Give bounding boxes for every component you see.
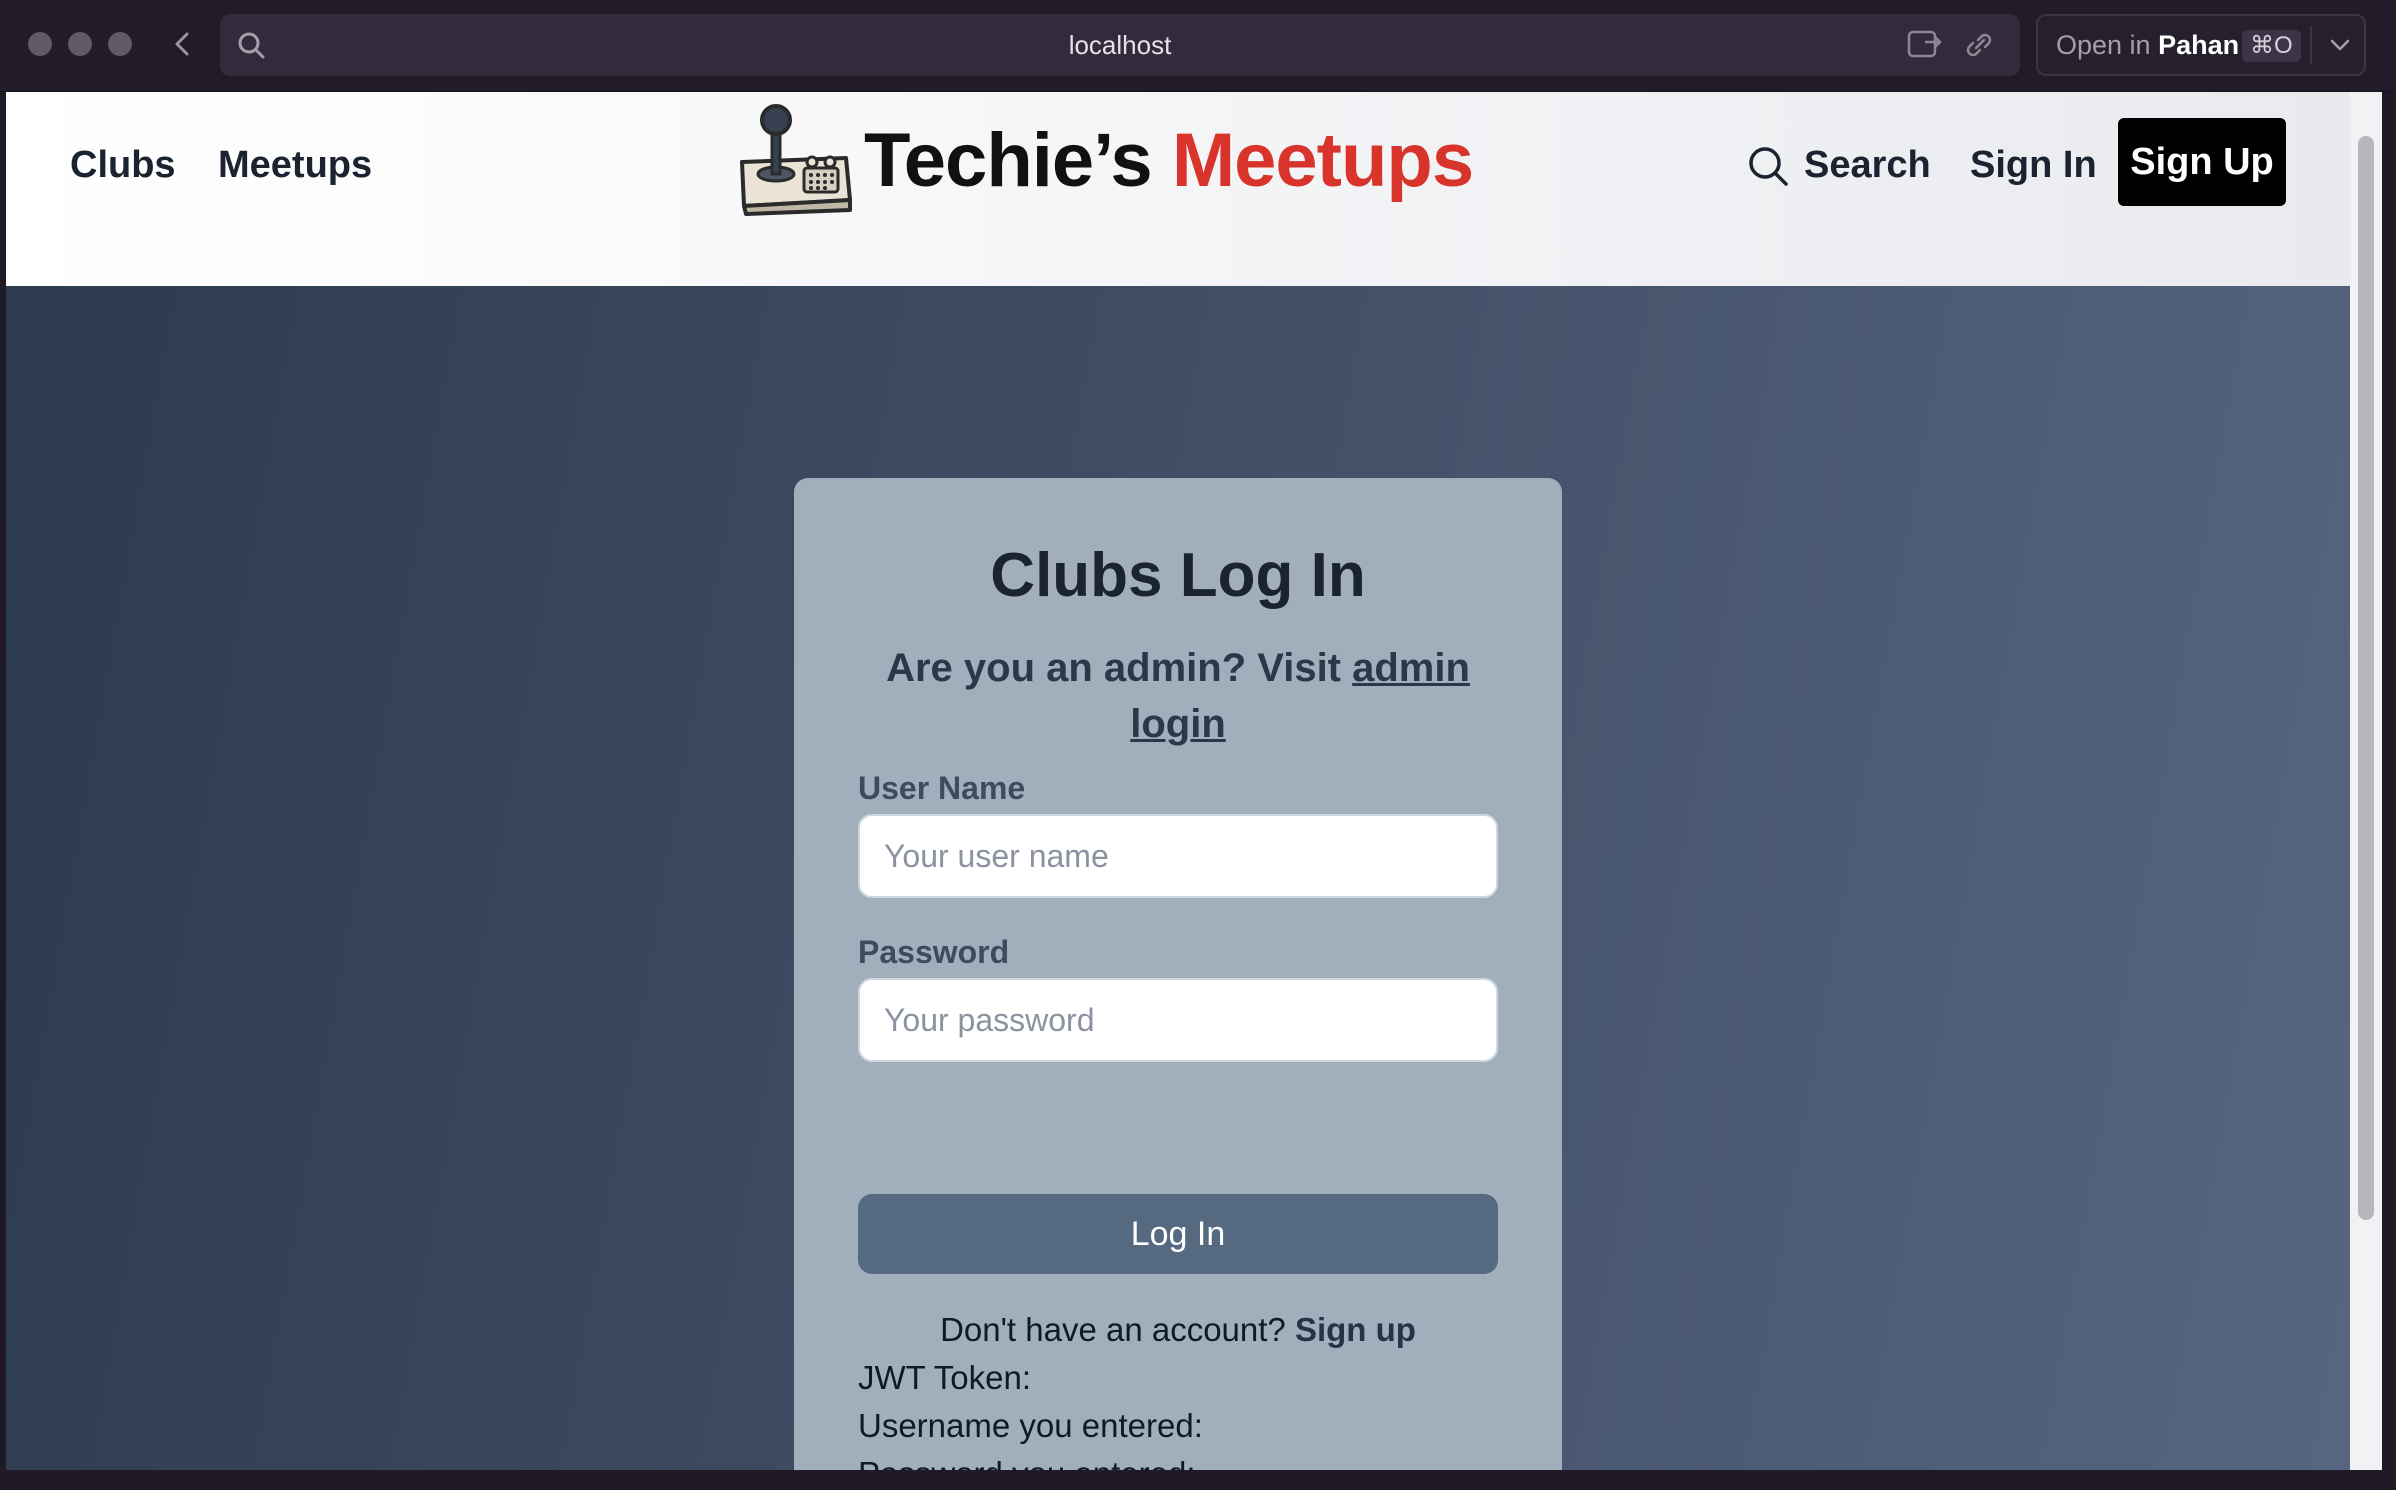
nav-clubs-link[interactable]: Clubs bbox=[70, 140, 176, 190]
sign-in-link[interactable]: Sign In bbox=[1970, 138, 2097, 192]
username-entered-label: Username you entered: bbox=[858, 1407, 1203, 1444]
chevron-left-icon bbox=[175, 32, 189, 56]
search-icon bbox=[1749, 147, 1788, 186]
close-window-button[interactable] bbox=[28, 32, 52, 56]
admin-note-text: Are you an admin? Visit bbox=[886, 646, 1341, 690]
signup-prompt-text: Don't have an account? bbox=[940, 1311, 1286, 1348]
chevron-down-icon[interactable] bbox=[2322, 26, 2358, 64]
open-in-label: Open in Pahan bbox=[2056, 30, 2240, 60]
scrollbar-thumb[interactable] bbox=[2358, 136, 2374, 1220]
username-label: User Name bbox=[858, 770, 1026, 806]
page-viewport: Clubs Meetups Techie’s Meetups Search Si… bbox=[6, 92, 2350, 1470]
search-label: Search bbox=[1804, 144, 1931, 186]
window-edge bbox=[2382, 92, 2396, 1490]
back-button[interactable] bbox=[166, 26, 200, 62]
login-card: Clubs Log In Are you an admin? Visit adm… bbox=[794, 478, 1562, 1470]
sign-up-button[interactable]: Sign Up bbox=[2118, 118, 2286, 206]
sign-up-link[interactable]: Sign up bbox=[1295, 1311, 1416, 1348]
admin-note: Are you an admin? Visit admin login bbox=[854, 640, 1502, 752]
password-label: Password bbox=[858, 934, 1010, 970]
site-logo-text[interactable]: Techie’s Meetups bbox=[864, 116, 1474, 206]
password-entered-label: Password you entered: bbox=[858, 1452, 1196, 1470]
site-header: Clubs Meetups Techie’s Meetups Search Si… bbox=[6, 92, 2350, 286]
password-input[interactable] bbox=[858, 978, 1498, 1062]
maximize-window-button[interactable] bbox=[108, 32, 132, 56]
url-text[interactable]: localhost bbox=[220, 14, 2020, 76]
divider bbox=[2310, 26, 2312, 64]
window-edge bbox=[0, 1470, 2396, 1490]
jwt-token-label: JWT Token: bbox=[858, 1359, 1032, 1396]
joystick-logo-icon[interactable] bbox=[734, 100, 858, 216]
link-icon[interactable] bbox=[1960, 28, 1998, 62]
log-in-button[interactable]: Log In bbox=[858, 1194, 1498, 1274]
cast-icon[interactable] bbox=[1906, 28, 1944, 62]
open-in-app-button[interactable]: Open in Pahan ⌘O bbox=[2036, 14, 2366, 76]
browser-toolbar: localhost Open in Pahan ⌘O bbox=[0, 0, 2396, 92]
nav-meetups-link[interactable]: Meetups bbox=[218, 140, 372, 190]
minimize-window-button[interactable] bbox=[68, 32, 92, 56]
username-input[interactable] bbox=[858, 814, 1498, 898]
address-bar[interactable]: localhost bbox=[220, 14, 2020, 76]
page-title: Clubs Log In bbox=[990, 541, 1366, 610]
signup-prompt: Don't have an account? Sign up bbox=[794, 1308, 1562, 1352]
shortcut-badge: ⌘O bbox=[2242, 30, 2301, 62]
